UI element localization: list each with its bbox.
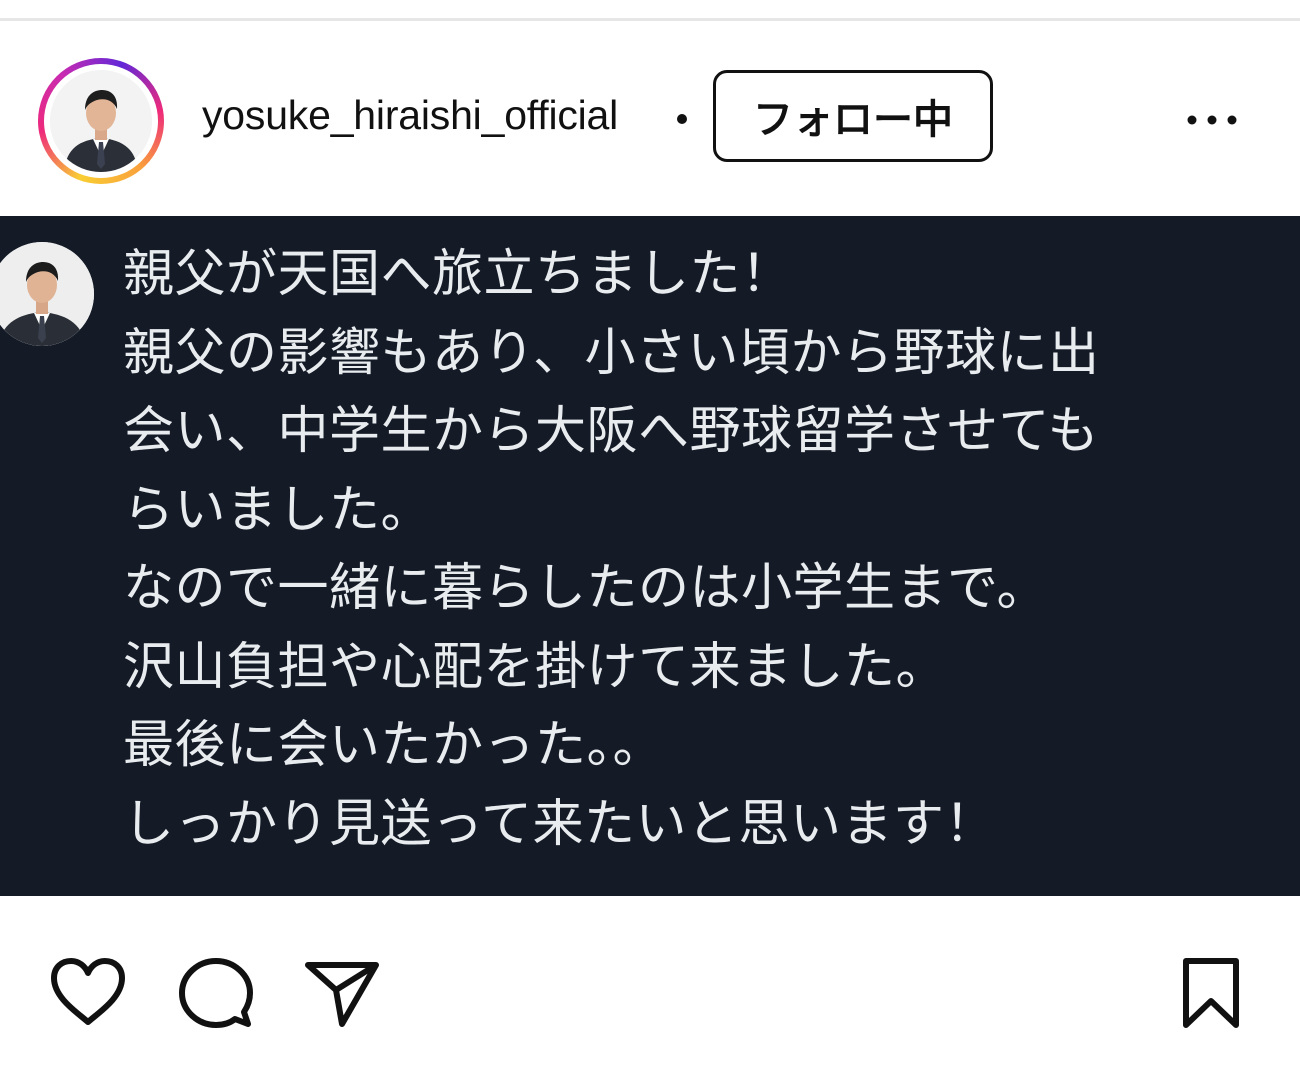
send-icon — [305, 962, 379, 1027]
share-button[interactable] — [302, 956, 382, 1036]
separator-dot — [677, 114, 687, 124]
post-header: yosuke_hiraishi_official フォロー中 — [0, 50, 1300, 190]
more-options-button[interactable] — [1180, 100, 1244, 140]
username[interactable]: yosuke_hiraishi_official — [202, 92, 618, 139]
person-photo-icon — [0, 242, 94, 346]
heart-icon — [51, 958, 125, 1025]
post-text-line: 沢山負担や心配を掛けて来ました。 — [123, 637, 948, 697]
post-text-line: 最後に会いたかった。。 — [123, 716, 665, 775]
post-text-line: なので一緒に暮らしたのは小学生まで。 — [123, 559, 1048, 618]
post-image-avatar — [0, 242, 94, 346]
comment-icon — [179, 958, 253, 1028]
avatar[interactable] — [50, 70, 152, 172]
bookmark-icon — [1183, 958, 1239, 1028]
comment-button[interactable] — [176, 956, 256, 1036]
post-text-line: しっかり見送って来たいと思います！ — [123, 794, 996, 854]
post-text-line: 親父の影響もあり、小さい頃から野球に出 — [123, 323, 1100, 383]
post-text-line: らいました。 — [123, 480, 433, 540]
avatar-photo-icon — [50, 70, 152, 172]
post-text-line: 親父が天国へ旅立ちました！ — [123, 245, 793, 304]
post-image[interactable]: 親父が天国へ旅立ちました！ 親父の影響もあり、小さい頃から野球に出 会い、中学生… — [0, 216, 1300, 896]
top-divider — [0, 18, 1300, 21]
more-horizontal-icon — [1187, 115, 1237, 125]
following-button[interactable]: フォロー中 — [713, 70, 993, 162]
post-text-line: 会い、中学生から大阪へ野球留学させても — [123, 402, 1099, 461]
post-actions — [0, 940, 1300, 1040]
post-text: 親父が天国へ旅立ちました！ 親父の影響もあり、小さい頃から野球に出 会い、中学生… — [123, 236, 1298, 864]
save-button[interactable] — [1176, 956, 1246, 1036]
like-button[interactable] — [48, 956, 128, 1032]
